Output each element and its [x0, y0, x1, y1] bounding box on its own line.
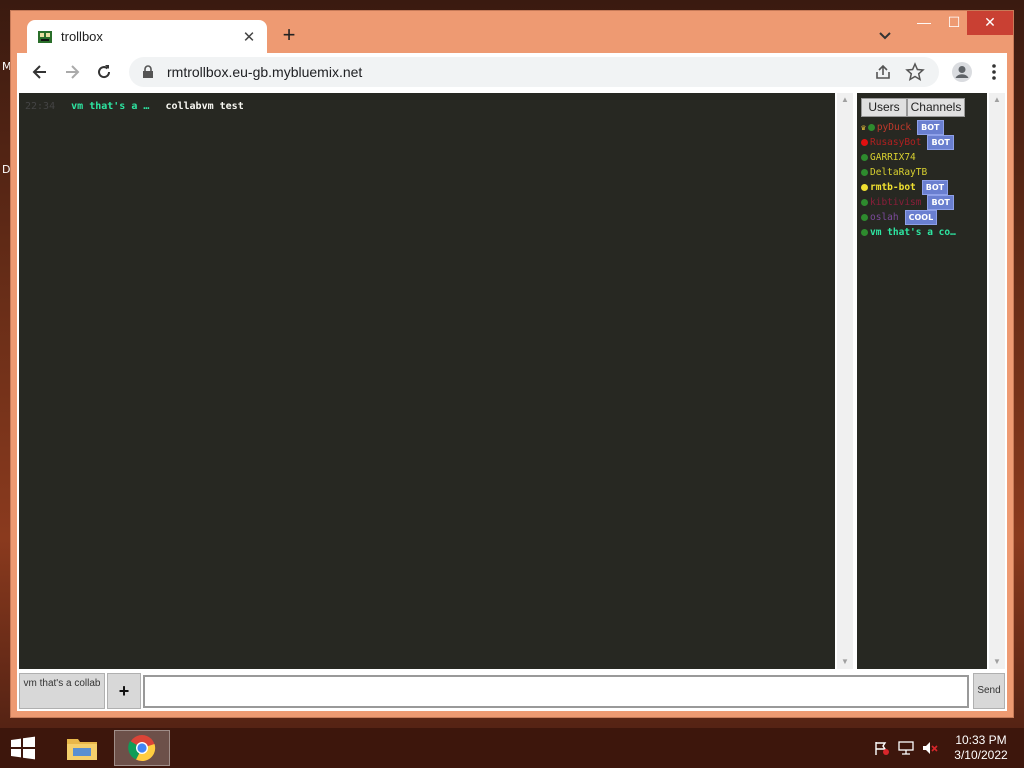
user-list-pane: Users Channels ♛ pyDuck BOT RusasyBot BOT GAR…	[857, 93, 987, 669]
address-bar[interactable]: rmtrollbox.eu-gb.mybluemix.net	[129, 57, 939, 87]
user-name: kibtivism	[870, 197, 922, 208]
scroll-up-icon[interactable]: ▲	[837, 93, 853, 107]
clock-date: 3/10/2022	[954, 748, 1008, 762]
profile-icon[interactable]	[949, 59, 975, 85]
user-list-scrollbar[interactable]: ▲ ▼	[989, 93, 1005, 669]
chat-input-bar: vm that's a collab + Send	[19, 673, 1005, 709]
browser-toolbar: rmtrollbox.eu-gb.mybluemix.net	[17, 53, 1007, 91]
user-name: DeltaRayTB	[870, 167, 928, 178]
user-name: rmtb-bot	[870, 182, 916, 193]
status-dot-icon	[867, 124, 875, 131]
forward-arrow-icon[interactable]	[59, 59, 85, 85]
reload-icon[interactable]	[91, 59, 117, 85]
status-dot-icon	[861, 199, 868, 206]
user-name: GARRIX74	[870, 152, 916, 163]
plus-icon[interactable]: +	[277, 24, 301, 48]
message-text: collabvm test	[165, 101, 244, 112]
add-channel-button[interactable]: +	[107, 673, 141, 709]
tab-channels[interactable]: Channels	[907, 98, 965, 117]
send-button[interactable]: Send	[973, 673, 1005, 709]
user-name: RusasyBot	[870, 137, 922, 148]
user-list-item[interactable]: rmtb-bot BOT	[861, 180, 987, 195]
user-list-item[interactable]: RusasyBot BOT	[861, 135, 987, 150]
user-badge: BOT	[921, 180, 949, 195]
menu-dots-icon[interactable]	[981, 59, 1007, 85]
lock-icon[interactable]	[141, 65, 155, 79]
tab-title: trollbox	[61, 29, 103, 44]
chat-message: 22:34 vm that's a … collabvm test	[25, 101, 244, 112]
user-badge: BOT	[917, 120, 944, 135]
user-badge: BOT	[927, 135, 954, 150]
user-list-item[interactable]: GARRIX74	[861, 150, 987, 165]
browser-tab[interactable]: trollbox ✕	[27, 20, 267, 53]
message-time: 22:34	[25, 101, 56, 112]
message-nick[interactable]: vm that's a …	[71, 101, 149, 112]
user-name: pyDuck	[876, 122, 912, 133]
user-list-item[interactable]: DeltaRayTB	[861, 165, 987, 180]
crown-icon: ♛	[861, 123, 866, 132]
user-name: vm that's a co…	[870, 227, 956, 238]
maximize-button[interactable]: ☐	[939, 11, 969, 35]
close-window-button[interactable]: ✕	[967, 11, 1013, 35]
scroll-down-icon[interactable]: ▼	[837, 655, 853, 669]
user-list: ♛ pyDuck BOT RusasyBot BOT GARRIX74 DeltaRayTB…	[861, 120, 987, 240]
chrome-icon[interactable]	[114, 730, 170, 766]
status-dot-icon	[861, 169, 868, 176]
star-icon[interactable]	[905, 62, 925, 82]
user-badge: COOL	[904, 210, 938, 225]
browser-window: trollbox ✕ + — ☐ ✕ rmtrollbox.eu-gb.mybl…	[10, 10, 1014, 718]
status-dot-icon	[861, 229, 868, 236]
status-dot-icon	[861, 184, 868, 191]
minimize-button[interactable]: —	[909, 11, 939, 35]
scroll-down-icon[interactable]: ▼	[989, 655, 1005, 669]
user-list-item[interactable]: vm that's a co…	[861, 225, 987, 240]
share-icon[interactable]	[873, 62, 893, 82]
scroll-up-icon[interactable]: ▲	[989, 93, 1005, 107]
clock-time: 10:33 PM	[955, 733, 1007, 747]
close-icon[interactable]: ✕	[241, 28, 257, 46]
tab-users[interactable]: Users	[861, 98, 907, 117]
back-arrow-icon[interactable]	[27, 59, 53, 85]
chat-scrollbar[interactable]: ▲ ▼	[837, 93, 853, 669]
status-dot-icon	[861, 154, 868, 161]
chevron-down-icon[interactable]	[875, 28, 895, 44]
taskbar: 10:33 PM 3/10/2022	[0, 728, 1024, 768]
channel-button[interactable]: vm that's a collab	[19, 673, 105, 709]
user-badge: BOT	[927, 195, 954, 210]
user-list-item[interactable]: oslah COOL	[861, 210, 987, 225]
network-icon[interactable]	[898, 741, 914, 755]
status-dot-icon	[861, 214, 868, 221]
trollbox-favicon-icon	[38, 30, 52, 43]
action-center-flag-icon[interactable]	[874, 741, 890, 755]
user-list-item[interactable]: ♛ pyDuck BOT	[861, 120, 987, 135]
url-text: rmtrollbox.eu-gb.mybluemix.net	[167, 64, 363, 80]
windows-start-icon[interactable]	[8, 736, 38, 760]
page-content: 22:34 vm that's a … collabvm test ▲ ▼ Us…	[17, 91, 1007, 711]
status-dot-icon	[861, 139, 868, 146]
file-explorer-icon[interactable]	[54, 730, 110, 766]
user-list-item[interactable]: kibtivism BOT	[861, 195, 987, 210]
system-clock[interactable]: 10:33 PM 3/10/2022	[948, 733, 1014, 763]
chat-messages-pane: 22:34 vm that's a … collabvm test	[19, 93, 835, 669]
user-name: oslah	[870, 212, 899, 223]
volume-muted-icon[interactable]	[922, 741, 938, 755]
tab-strip: trollbox ✕ + — ☐ ✕	[11, 11, 1013, 53]
message-input[interactable]	[143, 675, 969, 708]
